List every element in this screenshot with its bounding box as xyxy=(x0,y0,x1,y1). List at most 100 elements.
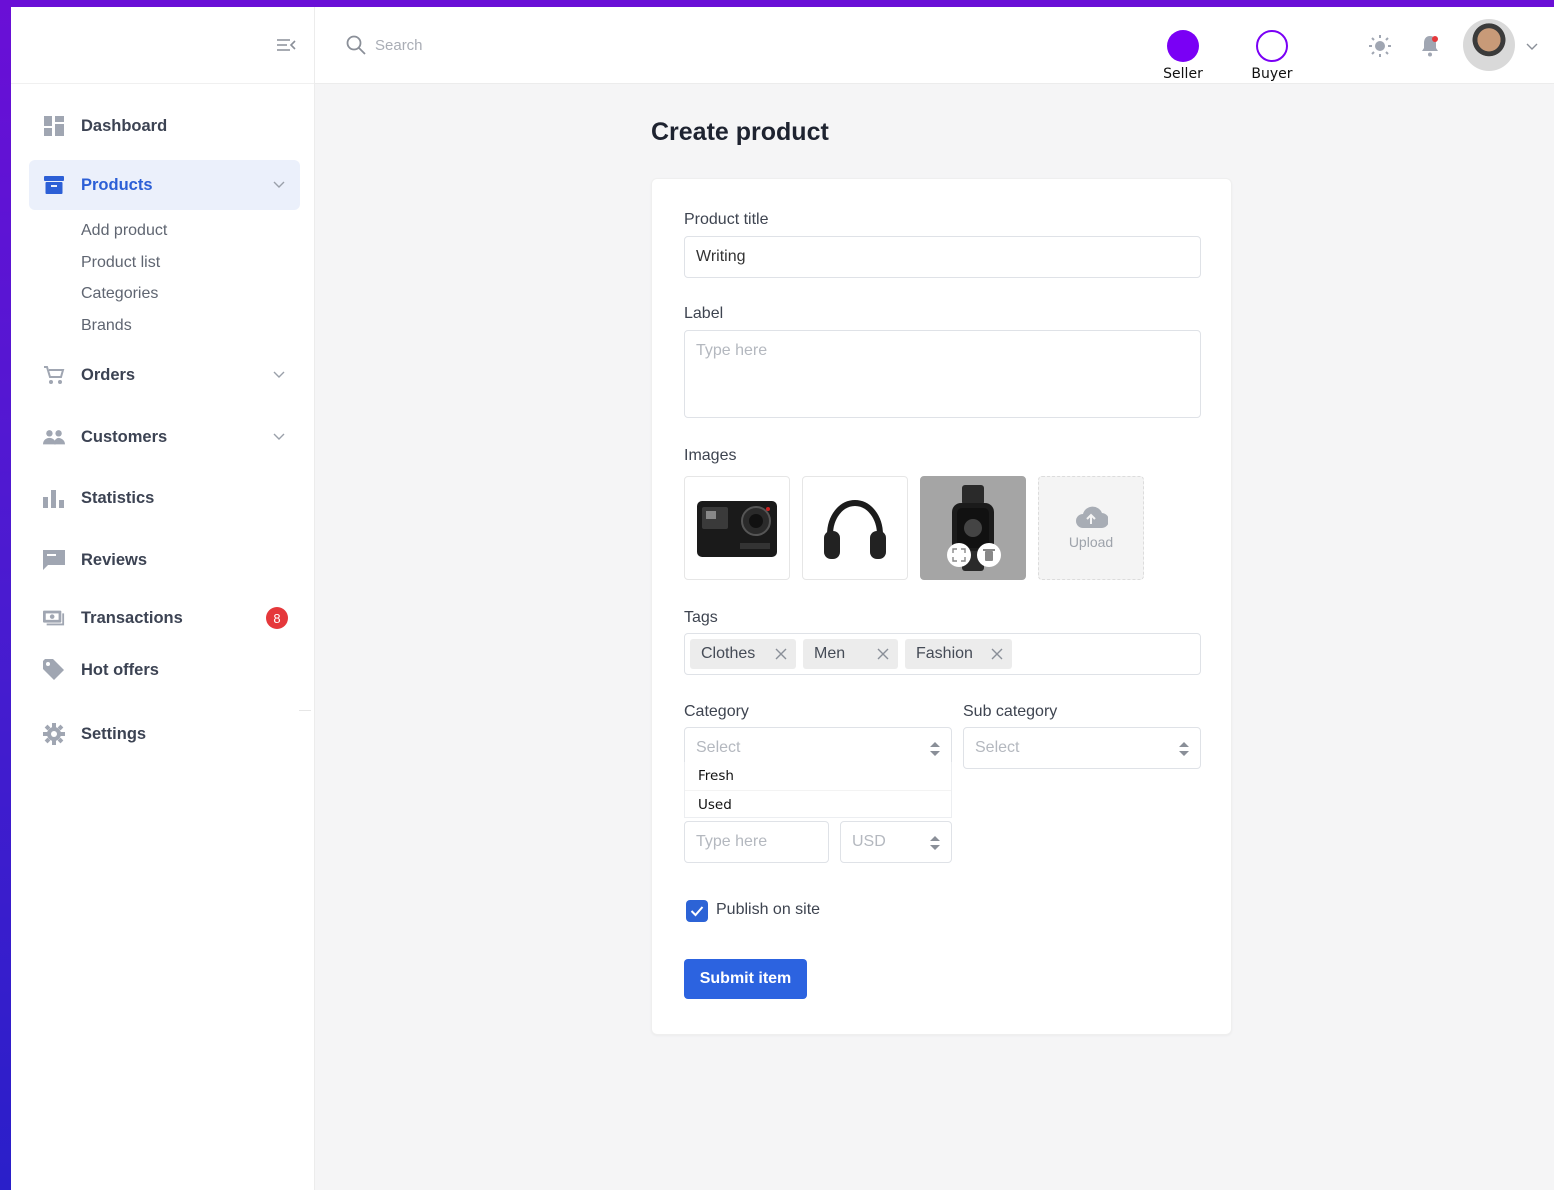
close-icon[interactable] xyxy=(774,647,788,661)
sidebar-item-transactions[interactable]: Transactions 8 xyxy=(29,593,300,643)
sidebar-item-label: Orders xyxy=(81,365,136,384)
expand-image-button[interactable] xyxy=(947,543,971,567)
sidebar-item-label: Reviews xyxy=(81,550,148,569)
chevron-down-icon[interactable] xyxy=(272,429,286,443)
top-header: Seller Buyer xyxy=(315,7,1554,84)
collapse-menu-icon[interactable] xyxy=(275,35,297,55)
label-textarea[interactable] xyxy=(684,330,1201,418)
dropdown-option-fresh[interactable]: Fresh xyxy=(685,762,951,790)
sub-category-select[interactable]: Select xyxy=(963,727,1201,769)
sidebar-item-label: Customers xyxy=(81,427,168,446)
chevron-down-icon[interactable] xyxy=(272,367,286,381)
camera-image xyxy=(697,501,777,557)
role-option-seller[interactable]: Seller xyxy=(1161,30,1205,82)
radio-selected-icon xyxy=(1167,30,1199,62)
images-label: Images xyxy=(684,447,737,464)
close-icon[interactable] xyxy=(876,647,890,661)
sidebar-item-label: Settings xyxy=(81,724,147,743)
sidebar-item-settings[interactable]: Settings xyxy=(29,709,300,759)
sidebar-item-reviews[interactable]: Reviews xyxy=(29,535,300,585)
sort-arrows-icon xyxy=(930,836,940,850)
image-thumb-camera[interactable] xyxy=(684,476,790,580)
dashboard-icon xyxy=(43,115,65,137)
close-icon[interactable] xyxy=(990,647,1004,661)
bell-icon[interactable] xyxy=(1417,33,1443,59)
sidebar: Dashboard Products Add product Product l… xyxy=(11,7,315,1190)
sidebar-item-label: Dashboard xyxy=(81,116,168,135)
sort-arrows-icon xyxy=(930,742,940,756)
publish-checkbox[interactable] xyxy=(686,900,708,922)
sidebar-item-label: Statistics xyxy=(81,488,155,507)
sidebar-subitem-product-list[interactable]: Product list xyxy=(81,254,160,272)
sidebar-item-products[interactable]: Products xyxy=(29,160,300,210)
sidebar-subitem-add-product[interactable]: Add product xyxy=(81,222,167,240)
upload-image-button[interactable]: Upload xyxy=(1038,476,1144,580)
price-input[interactable] xyxy=(684,821,829,863)
tag-label: Men xyxy=(814,645,846,662)
sidebar-subitem-brands[interactable]: Brands xyxy=(81,317,132,335)
bar-chart-icon xyxy=(43,487,65,509)
sidebar-item-label: Hot offers xyxy=(81,660,159,679)
avatar[interactable] xyxy=(1463,19,1515,71)
delete-image-button[interactable] xyxy=(977,543,1001,567)
sidebar-divider xyxy=(299,710,311,711)
dropdown-option-used[interactable]: Used xyxy=(685,790,951,818)
money-icon xyxy=(43,607,65,629)
tag-label: Clothes xyxy=(701,645,756,662)
label-field-label: Label xyxy=(684,305,724,322)
sidebar-subitem-categories[interactable]: Categories xyxy=(81,285,158,303)
sub-category-label: Sub category xyxy=(963,703,1058,720)
page-title: Create product xyxy=(651,118,829,146)
select-placeholder: Select xyxy=(696,739,741,756)
cloud-upload-icon xyxy=(1076,506,1108,529)
tag-chip: Fashion xyxy=(905,639,1012,669)
sidebar-item-hot-offers[interactable]: Hot offers xyxy=(29,645,300,695)
chevron-down-icon[interactable] xyxy=(272,177,286,191)
category-label: Category xyxy=(684,703,749,720)
notification-badge: 8 xyxy=(266,607,288,629)
submit-button[interactable]: Submit item xyxy=(684,959,807,999)
role-option-buyer[interactable]: Buyer xyxy=(1250,30,1294,82)
tags-label: Tags xyxy=(684,609,718,626)
sidebar-header xyxy=(11,7,314,84)
select-placeholder: Select xyxy=(975,739,1020,756)
sidebar-item-statistics[interactable]: Statistics xyxy=(29,473,300,523)
radio-unselected-icon xyxy=(1256,30,1288,62)
image-thumb-headphones[interactable] xyxy=(802,476,908,580)
people-icon xyxy=(43,426,65,448)
sidebar-item-customers[interactable]: Customers xyxy=(29,412,300,462)
tag-icon xyxy=(43,659,65,681)
sidebar-item-label: Transactions xyxy=(81,608,183,627)
currency-value: USD xyxy=(852,833,886,850)
cart-icon xyxy=(43,364,65,386)
app-window: Dashboard Products Add product Product l… xyxy=(11,7,1554,1190)
currency-select[interactable]: USD xyxy=(840,821,952,863)
product-title-input[interactable] xyxy=(684,236,1201,278)
role-label: Seller xyxy=(1163,66,1203,82)
upload-label: Upload xyxy=(1068,534,1114,550)
create-product-form: Product title Label Images xyxy=(651,178,1232,1035)
expand-icon xyxy=(952,548,966,562)
sidebar-item-label: Products xyxy=(81,175,153,194)
product-title-label: Product title xyxy=(684,211,769,228)
tag-chip: Clothes xyxy=(690,639,796,669)
image-thumb-smartwatch[interactable] xyxy=(920,476,1026,580)
trash-icon xyxy=(983,549,995,561)
tag-label: Fashion xyxy=(916,645,973,662)
check-icon xyxy=(690,906,704,917)
tags-input[interactable]: Clothes Men Fashion xyxy=(684,633,1201,675)
publish-label: Publish on site xyxy=(716,901,821,918)
chevron-down-icon[interactable] xyxy=(1525,39,1539,53)
sidebar-item-dashboard[interactable]: Dashboard xyxy=(29,101,300,151)
role-label: Buyer xyxy=(1251,66,1293,82)
comment-icon xyxy=(43,549,65,571)
search-icon xyxy=(346,35,366,55)
sort-arrows-icon xyxy=(1179,742,1189,756)
tag-chip: Men xyxy=(803,639,898,669)
search-input[interactable] xyxy=(375,33,675,57)
sun-icon[interactable] xyxy=(1367,33,1393,59)
gear-icon xyxy=(43,723,65,745)
sidebar-item-orders[interactable]: Orders xyxy=(29,350,300,400)
category-dropdown: Fresh Used xyxy=(684,762,952,818)
archive-icon xyxy=(43,174,65,196)
